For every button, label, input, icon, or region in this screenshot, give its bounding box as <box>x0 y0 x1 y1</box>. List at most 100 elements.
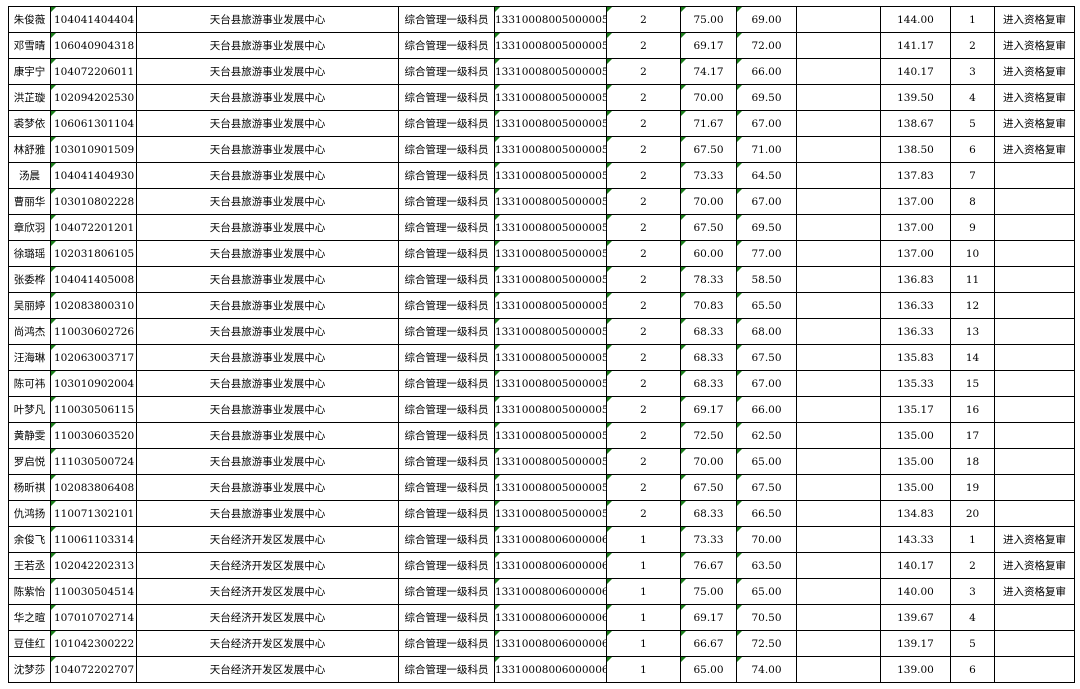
cell-total-score[interactable]: 135.00 <box>880 422 951 449</box>
cell-extra[interactable] <box>796 318 881 345</box>
cell-position[interactable]: 综合管理一级科员 <box>398 448 495 475</box>
cell-position[interactable]: 综合管理一级科员 <box>398 84 495 111</box>
cell-rank[interactable]: 1 <box>950 526 995 553</box>
cell-unit[interactable]: 天台县旅游事业发展中心 <box>136 370 399 397</box>
cell-quota[interactable]: 2 <box>606 188 681 215</box>
cell-quota[interactable]: 1 <box>606 604 681 631</box>
cell-remark[interactable]: 进入资格复审 <box>994 58 1075 85</box>
cell-extra[interactable] <box>796 578 881 605</box>
cell-extra[interactable] <box>796 526 881 553</box>
cell-position-code[interactable]: 13310008005000005 <box>494 6 607 33</box>
cell-exam-number[interactable]: 104041405008 <box>50 266 137 293</box>
cell-name[interactable]: 杨昕祺 <box>8 474 51 501</box>
cell-position[interactable]: 综合管理一级科员 <box>398 188 495 215</box>
cell-extra[interactable] <box>796 110 881 137</box>
cell-name[interactable]: 仇鸿扬 <box>8 500 51 527</box>
cell-position[interactable]: 综合管理一级科员 <box>398 6 495 33</box>
cell-exam-number[interactable]: 104072202707 <box>50 656 137 683</box>
cell-interview-score[interactable]: 77.00 <box>736 240 797 267</box>
cell-interview-score[interactable]: 65.00 <box>736 448 797 475</box>
cell-written-score[interactable]: 76.67 <box>680 552 737 579</box>
cell-written-score[interactable]: 70.00 <box>680 84 737 111</box>
cell-position[interactable]: 综合管理一级科员 <box>398 370 495 397</box>
cell-extra[interactable] <box>796 292 881 319</box>
cell-position-code[interactable]: 13310008006000006 <box>494 552 607 579</box>
cell-written-score[interactable]: 68.33 <box>680 318 737 345</box>
cell-quota[interactable]: 1 <box>606 526 681 553</box>
cell-unit[interactable]: 天台县旅游事业发展中心 <box>136 188 399 215</box>
cell-written-score[interactable]: 70.00 <box>680 448 737 475</box>
cell-unit[interactable]: 天台县旅游事业发展中心 <box>136 136 399 163</box>
cell-remark[interactable] <box>994 266 1075 293</box>
cell-written-score[interactable]: 70.83 <box>680 292 737 319</box>
cell-quota[interactable]: 2 <box>606 500 681 527</box>
cell-written-score[interactable]: 67.50 <box>680 214 737 241</box>
cell-name[interactable]: 汪海琳 <box>8 344 51 371</box>
cell-rank[interactable]: 19 <box>950 474 995 501</box>
cell-interview-score[interactable]: 71.00 <box>736 136 797 163</box>
cell-quota[interactable]: 2 <box>606 214 681 241</box>
cell-name[interactable]: 余俊飞 <box>8 526 51 553</box>
cell-written-score[interactable]: 68.33 <box>680 344 737 371</box>
cell-name[interactable]: 徐璐瑶 <box>8 240 51 267</box>
cell-rank[interactable]: 2 <box>950 32 995 59</box>
cell-rank[interactable]: 16 <box>950 396 995 423</box>
cell-total-score[interactable]: 134.83 <box>880 500 951 527</box>
cell-total-score[interactable]: 139.50 <box>880 84 951 111</box>
cell-unit[interactable]: 天台县旅游事业发展中心 <box>136 6 399 33</box>
cell-quota[interactable]: 1 <box>606 552 681 579</box>
cell-interview-score[interactable]: 72.50 <box>736 630 797 657</box>
cell-position[interactable]: 综合管理一级科员 <box>398 266 495 293</box>
cell-interview-score[interactable]: 65.00 <box>736 578 797 605</box>
cell-position[interactable]: 综合管理一级科员 <box>398 240 495 267</box>
cell-name[interactable]: 张委桦 <box>8 266 51 293</box>
cell-unit[interactable]: 天台经济开发区发展中心 <box>136 578 399 605</box>
cell-unit[interactable]: 天台县旅游事业发展中心 <box>136 214 399 241</box>
cell-rank[interactable]: 2 <box>950 552 995 579</box>
cell-remark[interactable] <box>994 240 1075 267</box>
cell-rank[interactable]: 1 <box>950 6 995 33</box>
cell-rank[interactable]: 18 <box>950 448 995 475</box>
cell-total-score[interactable]: 139.67 <box>880 604 951 631</box>
cell-rank[interactable]: 4 <box>950 84 995 111</box>
cell-written-score[interactable]: 69.17 <box>680 396 737 423</box>
cell-position-code[interactable]: 13310008005000005 <box>494 474 607 501</box>
cell-extra[interactable] <box>796 162 881 189</box>
cell-unit[interactable]: 天台县旅游事业发展中心 <box>136 500 399 527</box>
cell-total-score[interactable]: 137.00 <box>880 240 951 267</box>
cell-position-code[interactable]: 13310008005000005 <box>494 500 607 527</box>
cell-name[interactable]: 叶梦凡 <box>8 396 51 423</box>
cell-quota[interactable]: 2 <box>606 58 681 85</box>
cell-quota[interactable]: 2 <box>606 84 681 111</box>
cell-extra[interactable] <box>796 136 881 163</box>
cell-interview-score[interactable]: 69.50 <box>736 84 797 111</box>
cell-position-code[interactable]: 13310008005000005 <box>494 344 607 371</box>
cell-position-code[interactable]: 13310008005000005 <box>494 32 607 59</box>
cell-extra[interactable] <box>796 422 881 449</box>
cell-name[interactable]: 裘梦依 <box>8 110 51 137</box>
cell-written-score[interactable]: 60.00 <box>680 240 737 267</box>
cell-written-score[interactable]: 74.17 <box>680 58 737 85</box>
cell-remark[interactable]: 进入资格复审 <box>994 84 1075 111</box>
cell-position[interactable]: 综合管理一级科员 <box>398 292 495 319</box>
cell-extra[interactable] <box>796 552 881 579</box>
cell-quota[interactable]: 1 <box>606 656 681 683</box>
cell-exam-number[interactable]: 102031806105 <box>50 240 137 267</box>
cell-rank[interactable]: 14 <box>950 344 995 371</box>
cell-position[interactable]: 综合管理一级科员 <box>398 110 495 137</box>
cell-unit[interactable]: 天台经济开发区发展中心 <box>136 526 399 553</box>
cell-exam-number[interactable]: 102094202530 <box>50 84 137 111</box>
cell-total-score[interactable]: 140.17 <box>880 552 951 579</box>
cell-quota[interactable]: 2 <box>606 136 681 163</box>
cell-name[interactable]: 陈可祎 <box>8 370 51 397</box>
cell-unit[interactable]: 天台县旅游事业发展中心 <box>136 396 399 423</box>
cell-name[interactable]: 沈梦莎 <box>8 656 51 683</box>
cell-unit[interactable]: 天台县旅游事业发展中心 <box>136 240 399 267</box>
cell-exam-number[interactable]: 110061103314 <box>50 526 137 553</box>
cell-exam-number[interactable]: 111030500724 <box>50 448 137 475</box>
cell-written-score[interactable]: 67.50 <box>680 474 737 501</box>
cell-position-code[interactable]: 13310008005000005 <box>494 240 607 267</box>
cell-quota[interactable]: 2 <box>606 474 681 501</box>
cell-extra[interactable] <box>796 604 881 631</box>
cell-exam-number[interactable]: 110030504514 <box>50 578 137 605</box>
